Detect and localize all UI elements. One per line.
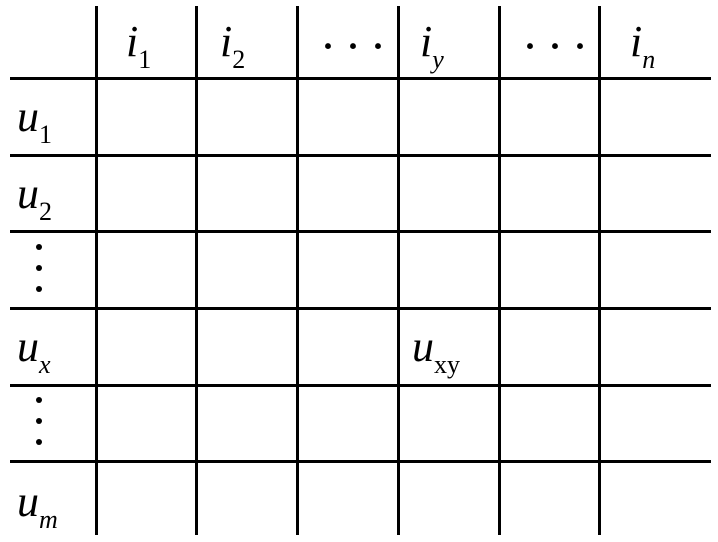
row-header-ellipsis-icon	[35, 397, 43, 445]
grid-hline	[10, 384, 711, 387]
grid-hline	[10, 154, 711, 157]
col-header-ellipsis-icon: · · ·	[322, 28, 386, 64]
grid-vline	[397, 6, 400, 535]
row-header-u1: u1	[17, 95, 52, 146]
grid-vline	[296, 6, 299, 535]
grid-vline	[598, 6, 601, 535]
row-header-ux: ux	[17, 325, 51, 376]
grid-vline	[498, 6, 501, 535]
grid-hline	[10, 307, 711, 310]
row-header-um: um	[17, 480, 58, 531]
col-header-ellipsis-icon: · · ·	[524, 28, 588, 64]
matrix-entry-uxy: uxy	[412, 325, 460, 376]
grid-hline	[10, 77, 711, 80]
grid-vline	[95, 6, 98, 535]
row-header-u2: u2	[17, 172, 52, 223]
matrix-table: i1 i2 · · · iy · · · in u1 u2 ux um uxy	[0, 0, 718, 542]
col-header-i2: i2	[220, 20, 245, 71]
col-header-i1: i1	[126, 20, 151, 71]
grid-vline	[195, 6, 198, 535]
row-header-ellipsis-icon	[35, 244, 43, 292]
grid-hline	[10, 460, 711, 463]
col-header-iy: iy	[420, 20, 444, 71]
col-header-in: in	[630, 20, 655, 71]
grid-hline	[10, 230, 711, 233]
